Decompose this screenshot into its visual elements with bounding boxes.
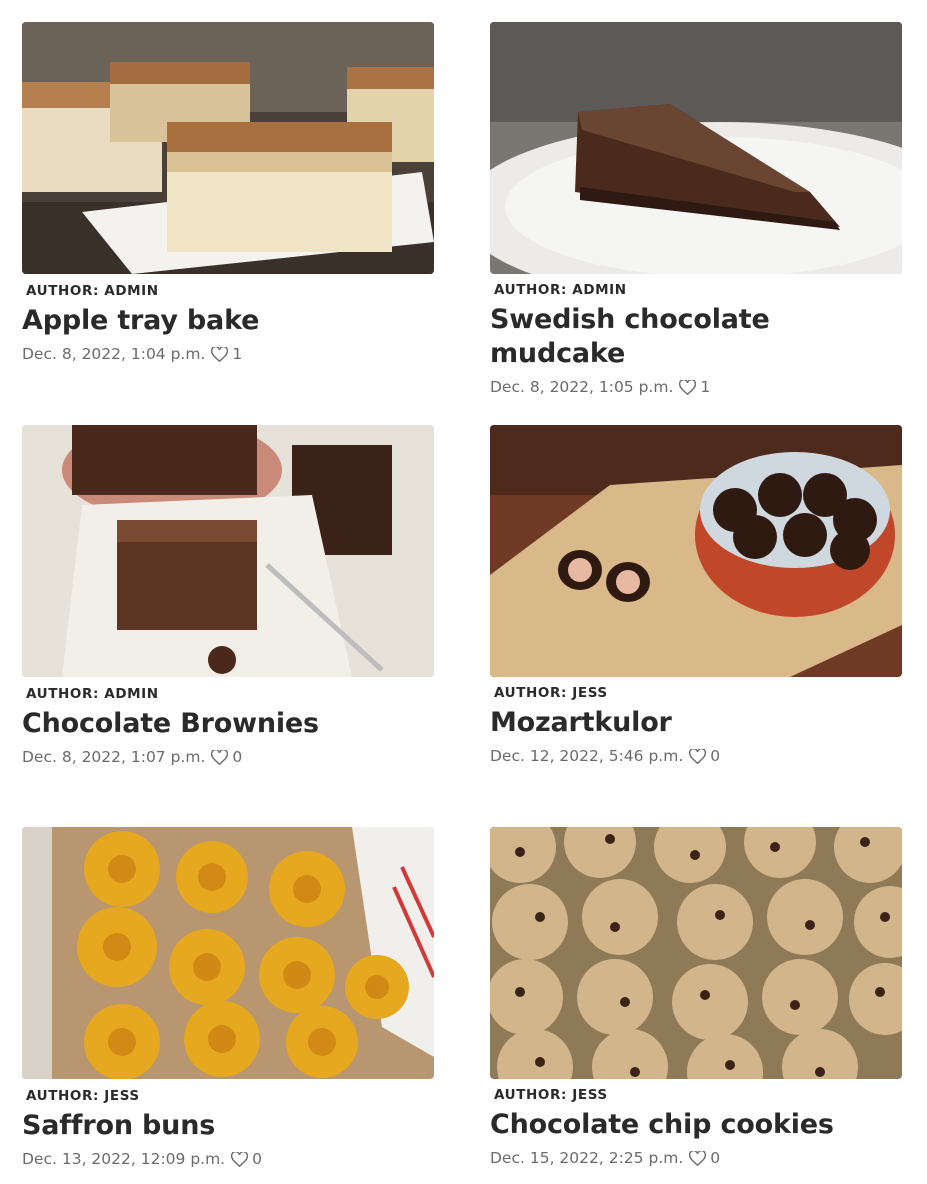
recipe-card[interactable]: AUTHOR: JESS Saffron buns Dec. 13, 2022,… bbox=[22, 827, 434, 1169]
post-date: Dec. 8, 2022, 1:07 p.m. bbox=[22, 748, 206, 766]
saffron-buns-photo bbox=[22, 827, 434, 1079]
recipe-card[interactable]: AUTHOR: ADMIN Apple tray bake Dec. 8, 20… bbox=[22, 22, 434, 364]
recipe-title[interactable]: Mozartkulor bbox=[490, 706, 902, 740]
apple-tray-bake-photo bbox=[22, 22, 434, 274]
author-label: AUTHOR: JESS bbox=[494, 1087, 608, 1103]
recipe-meta: Dec. 12, 2022, 5:46 p.m. 0 bbox=[490, 746, 902, 766]
mozartkulor-photo bbox=[490, 425, 902, 677]
post-date: Dec. 13, 2022, 12:09 p.m. bbox=[22, 1150, 226, 1168]
recipe-meta: Dec. 8, 2022, 1:07 p.m. 0 bbox=[22, 747, 434, 767]
recipe-meta: Dec. 13, 2022, 12:09 p.m. 0 bbox=[22, 1149, 434, 1169]
recipe-title[interactable]: Saffron buns bbox=[22, 1109, 434, 1143]
mudcake-photo bbox=[490, 22, 902, 274]
post-date: Dec. 15, 2022, 2:25 p.m. bbox=[490, 1149, 684, 1167]
like-count: 1 bbox=[700, 378, 711, 396]
recipe-image[interactable] bbox=[22, 22, 434, 274]
recipe-card[interactable]: AUTHOR: ADMIN Chocolate Brownies Dec. 8,… bbox=[22, 425, 434, 767]
recipe-image[interactable] bbox=[490, 827, 902, 1079]
heart-icon bbox=[211, 749, 229, 765]
recipe-meta: Dec. 8, 2022, 1:04 p.m. 1 bbox=[22, 344, 434, 364]
recipe-title[interactable]: Swedish chocolate mudcake bbox=[490, 303, 902, 371]
recipe-image[interactable] bbox=[490, 425, 902, 677]
author-label: AUTHOR: JESS bbox=[494, 685, 608, 701]
recipe-title[interactable]: Chocolate chip cookies bbox=[490, 1108, 902, 1142]
heart-icon bbox=[231, 1151, 249, 1167]
author-label: AUTHOR: JESS bbox=[26, 1088, 140, 1104]
recipe-title[interactable]: Chocolate Brownies bbox=[22, 707, 434, 741]
author-label: AUTHOR: ADMIN bbox=[26, 686, 159, 702]
recipe-image[interactable] bbox=[490, 22, 902, 274]
recipe-card[interactable]: AUTHOR: ADMIN Swedish chocolate mudcake … bbox=[490, 22, 902, 397]
post-date: Dec. 8, 2022, 1:05 p.m. bbox=[490, 378, 674, 396]
heart-icon bbox=[689, 1150, 707, 1166]
heart-icon bbox=[689, 748, 707, 764]
recipe-meta: Dec. 8, 2022, 1:05 p.m. 1 bbox=[490, 377, 902, 397]
recipe-meta: Dec. 15, 2022, 2:25 p.m. 0 bbox=[490, 1148, 902, 1168]
post-date: Dec. 12, 2022, 5:46 p.m. bbox=[490, 747, 684, 765]
recipe-image[interactable] bbox=[22, 425, 434, 677]
recipe-image[interactable] bbox=[22, 827, 434, 1079]
recipe-card[interactable]: AUTHOR: JESS Mozartkulor Dec. 12, 2022, … bbox=[490, 425, 902, 766]
recipe-card[interactable]: AUTHOR: JESS Chocolate chip cookies Dec.… bbox=[490, 827, 902, 1168]
like-count: 0 bbox=[710, 1149, 721, 1167]
author-label: AUTHOR: ADMIN bbox=[494, 282, 627, 298]
recipe-title[interactable]: Apple tray bake bbox=[22, 304, 434, 338]
heart-icon bbox=[211, 346, 229, 362]
brownies-photo bbox=[22, 425, 434, 677]
like-count: 0 bbox=[252, 1150, 262, 1168]
like-count: 0 bbox=[710, 747, 721, 765]
author-label: AUTHOR: ADMIN bbox=[26, 283, 159, 299]
like-count: 1 bbox=[232, 345, 243, 363]
post-date: Dec. 8, 2022, 1:04 p.m. bbox=[22, 345, 206, 363]
heart-icon bbox=[679, 379, 697, 395]
like-count: 0 bbox=[232, 748, 243, 766]
cookies-photo bbox=[490, 827, 902, 1079]
